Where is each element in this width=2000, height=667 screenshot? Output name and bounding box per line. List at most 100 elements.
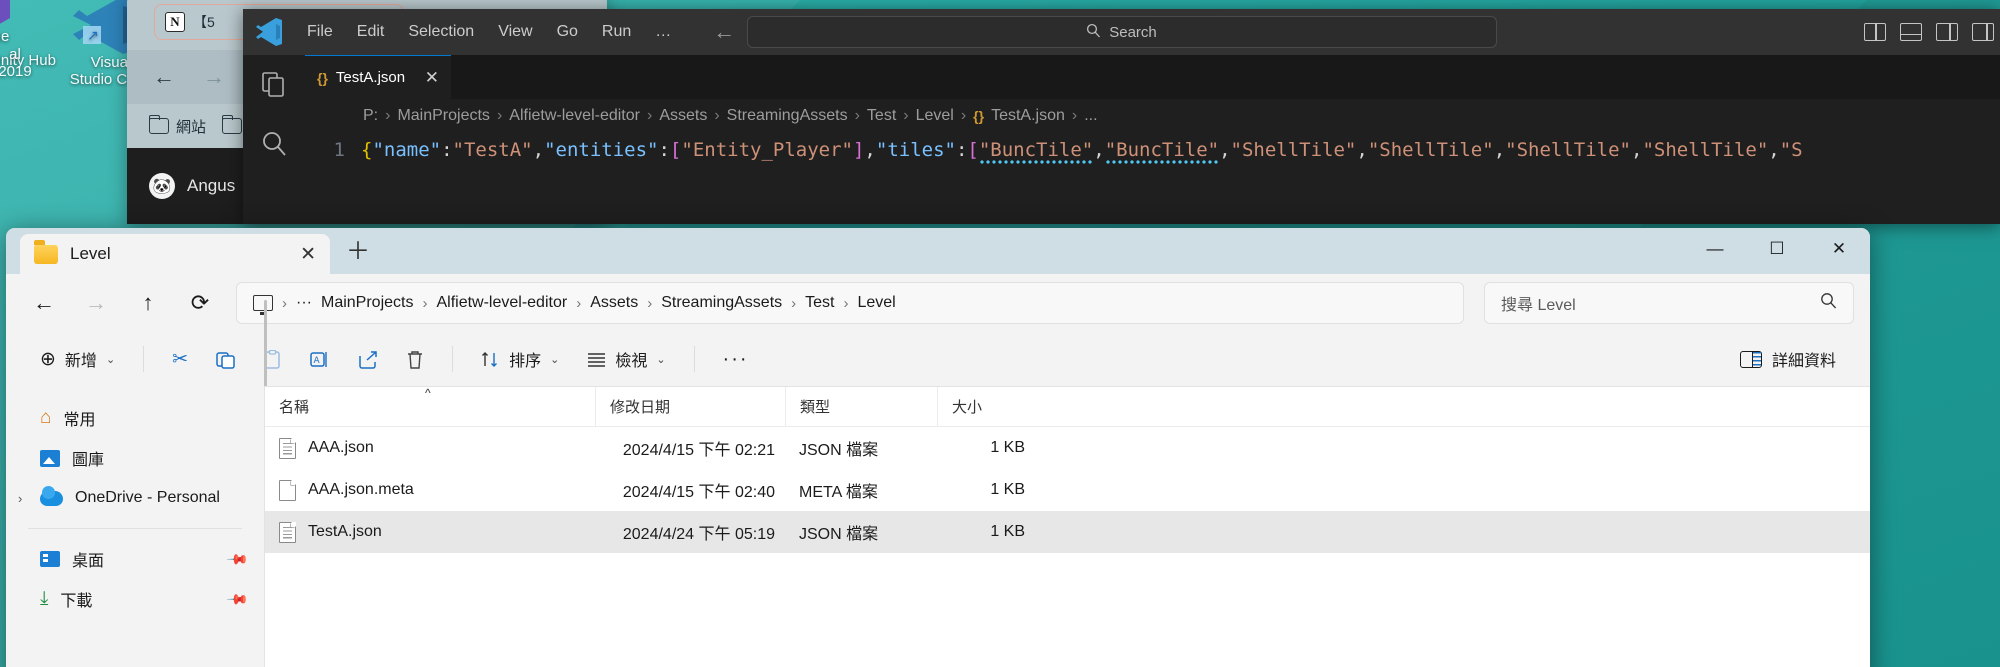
explorer-tab-label: Level — [70, 244, 111, 263]
refresh-button[interactable]: ⟳ — [178, 284, 222, 322]
address-crumb-alfietw-level-editor[interactable]: Alfietw-level-editor — [436, 294, 567, 312]
vscode-editor[interactable]: 1 {"name":"TestA","entities":["Entity_Pl… — [305, 133, 2000, 167]
browser-forward-icon[interactable]: → — [203, 64, 225, 90]
sidebar-item-downloads[interactable]: ⤓ 下載 📌 — [6, 579, 264, 619]
search-placeholder: 搜尋 Level — [1501, 297, 1576, 314]
desktop-icon-partial-left[interactable]: ne — [0, 0, 46, 45]
json-file-icon — [279, 521, 296, 543]
back-icon[interactable]: ← — [705, 17, 743, 47]
sidebar-item-onedrive[interactable]: › OneDrive - Personal — [6, 478, 264, 518]
address-crumb-level[interactable]: Level — [857, 294, 895, 312]
chevron-right-icon: › — [791, 294, 797, 312]
rename-icon: A — [310, 350, 330, 369]
search-icon[interactable] — [258, 127, 290, 159]
vscode-window[interactable]: File Edit Selection View Go Run … ← → Se… — [243, 9, 2000, 224]
up-button[interactable]: ↑ — [126, 284, 170, 322]
code-token: [ — [967, 139, 979, 161]
explorer-icon[interactable] — [258, 69, 290, 101]
code-token: "ShellTile" — [1642, 139, 1769, 161]
toggle-primary-sidebar-icon[interactable] — [1864, 23, 1886, 41]
breadcrumb-item[interactable]: MainProjects — [397, 107, 489, 125]
sort-glyph — [482, 351, 498, 367]
file-name-cell: AAA.json — [265, 437, 595, 459]
toggle-panel-icon[interactable] — [1900, 23, 1922, 41]
table-row[interactable]: AAA.json.meta 2024/4/15 下午 02:40 META 檔案… — [265, 469, 1870, 511]
address-crumb-test[interactable]: Test — [805, 294, 834, 312]
search-input[interactable]: 搜尋 Level — [1484, 282, 1854, 324]
code-line[interactable]: {"name":"TestA","entities":["Entity_Play… — [361, 139, 1803, 167]
code-token: "tiles" — [875, 139, 956, 161]
breadcrumb-item[interactable]: Assets — [659, 107, 707, 125]
visual-studio-glyph — [0, 0, 10, 24]
chevron-right-icon: › — [646, 107, 653, 124]
column-header-date-modified[interactable]: 修改日期 — [595, 387, 785, 426]
breadcrumb-item[interactable]: Level — [916, 107, 954, 125]
sort-button[interactable]: 排序 ⌄ — [469, 340, 571, 378]
breadcrumb-item[interactable]: P: — [363, 107, 378, 125]
breadcrumb-item[interactable]: Test — [867, 107, 896, 125]
close-icon[interactable]: ✕ — [300, 243, 316, 266]
column-header-size[interactable]: 大小 — [937, 387, 1037, 426]
code-token: : — [658, 139, 670, 161]
sidebar-item-desktop[interactable]: 桌面 📌 — [6, 539, 264, 579]
share-button[interactable] — [346, 343, 390, 376]
vscode-menubar: File Edit Selection View Go Run … — [295, 19, 683, 45]
cut-button[interactable]: ✂ — [160, 341, 200, 378]
view-button[interactable]: 檢視 ⌄ — [575, 340, 677, 378]
forward-button[interactable]: → — [74, 284, 118, 322]
menu-run[interactable]: Run — [590, 19, 643, 45]
bookmark-item[interactable]: 網站 — [149, 115, 206, 137]
file-explorer-window[interactable]: Level ✕ ＋ — ☐ ✕ ← → ↑ ⟳ › ··· MainProjec… — [6, 228, 1870, 667]
menu-edit[interactable]: Edit — [345, 19, 397, 45]
close-icon[interactable]: ✕ — [425, 68, 439, 88]
address-overflow[interactable]: ··· — [296, 294, 312, 312]
sidebar-item-gallery[interactable]: 圖庫 — [6, 438, 264, 478]
table-row[interactable]: AAA.json 2024/4/15 下午 02:21 JSON 檔案 1 KB — [265, 427, 1870, 469]
rename-button[interactable]: A — [298, 343, 342, 376]
vscode-search-box[interactable]: Search — [746, 16, 1497, 48]
menu-selection[interactable]: Selection — [396, 19, 486, 45]
editor-tab-testa-json[interactable]: {} TestA.json ✕ — [305, 55, 451, 99]
column-label: 名稱 — [279, 399, 310, 416]
table-row[interactable]: TestA.json 2024/4/24 下午 05:19 JSON 檔案 1 … — [265, 511, 1870, 553]
more-button[interactable]: ··· — [711, 341, 761, 378]
breadcrumb-overflow[interactable]: ... — [1084, 107, 1097, 125]
code-token: ] — [852, 139, 865, 161]
search-icon[interactable] — [1820, 292, 1837, 314]
breadcrumb-item[interactable]: TestA.json — [991, 107, 1065, 125]
column-header-name[interactable]: 名稱 ^ — [265, 386, 595, 426]
sort-icon — [481, 350, 500, 369]
address-crumb-streamingassets[interactable]: StreamingAssets — [661, 294, 782, 312]
details-pane-button[interactable]: 詳細資料 — [1728, 340, 1848, 378]
sidebar-item-home[interactable]: ⌂ 常用 — [6, 398, 264, 438]
toggle-secondary-sidebar-icon[interactable] — [1936, 23, 1958, 41]
paste-button[interactable] — [251, 343, 294, 376]
address-bar[interactable]: › ··· MainProjects › Alfietw-level-edito… — [236, 282, 1464, 324]
menu-more[interactable]: … — [643, 19, 683, 45]
breadcrumb-item[interactable]: StreamingAssets — [727, 107, 848, 125]
address-crumb-assets[interactable]: Assets — [590, 294, 638, 312]
browser-back-icon[interactable]: ← — [153, 64, 175, 90]
breadcrumb-item[interactable]: Alfietw-level-editor — [509, 107, 640, 125]
minimize-button[interactable]: — — [1684, 228, 1746, 270]
explorer-tab-level[interactable]: Level ✕ — [20, 234, 330, 274]
file-size: 1 KB — [990, 523, 1025, 540]
delete-button[interactable] — [394, 343, 436, 376]
chevron-right-icon[interactable]: › — [18, 491, 22, 506]
code-token: "ShellTile" — [1367, 139, 1494, 161]
address-crumb-mainprojects[interactable]: MainProjects — [321, 294, 413, 312]
menu-view[interactable]: View — [486, 19, 544, 45]
pin-icon[interactable]: 📌 — [225, 587, 250, 611]
menu-go[interactable]: Go — [545, 19, 590, 45]
pin-icon[interactable]: 📌 — [225, 547, 250, 571]
close-button[interactable]: ✕ — [1808, 228, 1870, 270]
file-type: JSON 檔案 — [799, 526, 879, 543]
customize-layout-icon[interactable] — [1972, 23, 1994, 41]
column-header-type[interactable]: 類型 — [785, 387, 937, 426]
copy-button[interactable] — [204, 343, 247, 376]
menu-file[interactable]: File — [295, 19, 345, 45]
new-button[interactable]: ⊕ 新增 ⌄ — [28, 340, 127, 378]
new-tab-button[interactable]: ＋ — [346, 231, 370, 266]
maximize-button[interactable]: ☐ — [1746, 228, 1808, 270]
back-button[interactable]: ← — [22, 284, 66, 322]
